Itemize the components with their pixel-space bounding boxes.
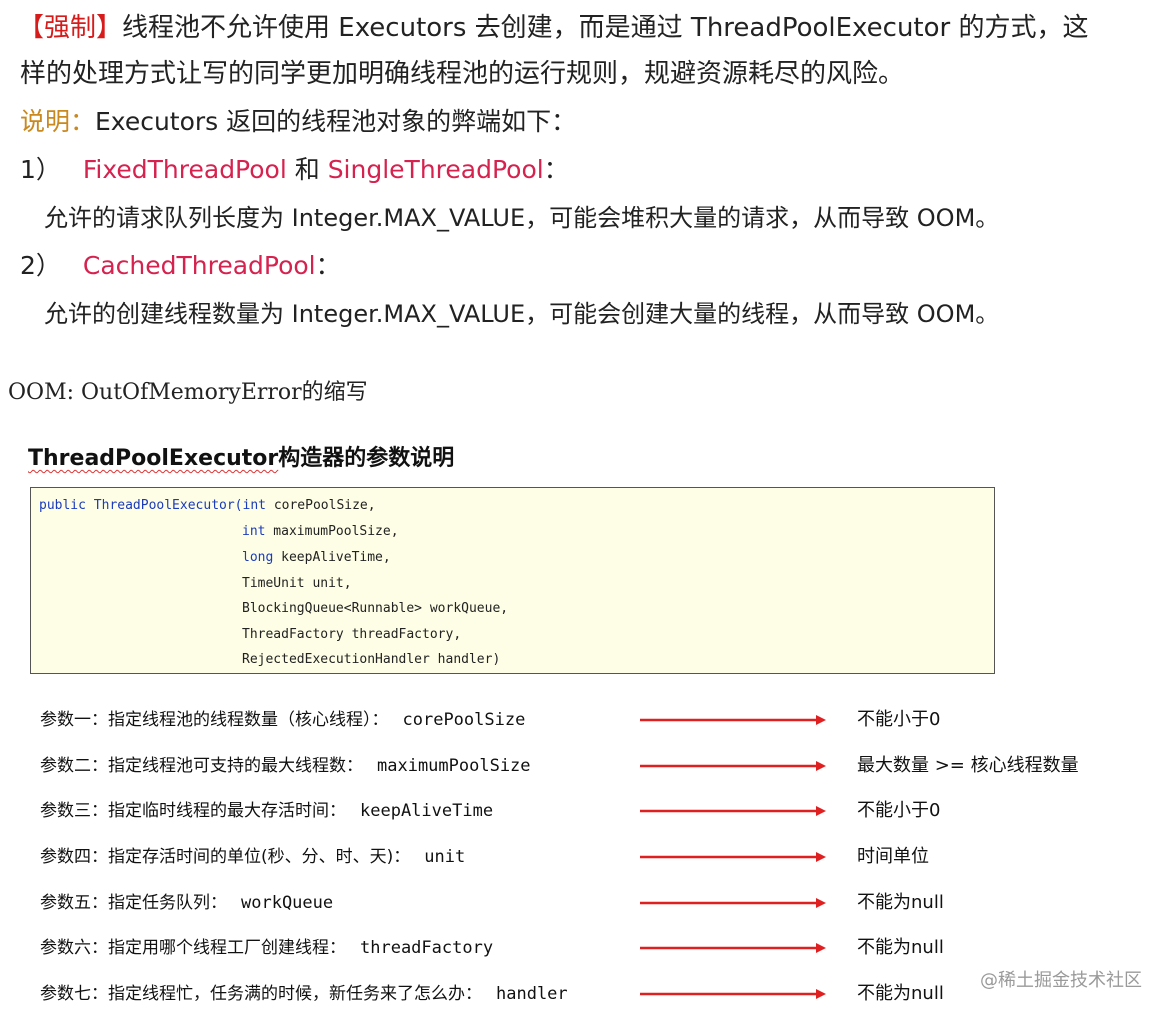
item-1-and: 和 — [286, 155, 328, 184]
param-7-name: handler — [496, 984, 568, 1004]
param-5-desc: 参数五：指定任务队列： — [40, 893, 227, 913]
item-1-class-b: SingleThreadPool — [327, 155, 544, 184]
arrow-right-icon — [640, 852, 826, 862]
code-type-int-1: int — [242, 498, 266, 513]
code-line-7: RejectedExecutionHandler handler) — [242, 652, 501, 667]
code-line-2: int maximumPoolSize, — [242, 524, 399, 539]
param-7-label: 参数七：指定线程忙，任务满的时候，新任务来了怎么办： handler — [40, 981, 568, 1007]
item-2-detail: 允许的创建线程数量为 Integer.MAX_VALUE，可能会创建大量的线程，… — [44, 300, 1000, 328]
code-line-6: ThreadFactory threadFactory, — [242, 627, 462, 642]
juejin-watermark: @稀土掘金技术社区 — [980, 970, 1142, 991]
param-5-name: workQueue — [241, 893, 334, 913]
param-7-constraint: 不能为null — [857, 983, 944, 1004]
param-row-2: 参数二：指定线程池可支持的最大线程数： maximumPoolSize 最大数量 … — [0, 753, 1165, 783]
param-4-label: 参数四：指定存活时间的单位(秒、分、时、天)： unit — [40, 844, 465, 870]
code-param-keepalive: keepAliveTime, — [273, 550, 391, 565]
code-line-4: TimeUnit unit, — [242, 576, 352, 591]
param-1-desc: 参数一：指定线程池的线程数量（核心线程）： — [40, 710, 389, 730]
code-param-core: corePoolSize, — [266, 498, 376, 513]
param-3-label: 参数三：指定临时线程的最大存活时间： keepAliveTime — [40, 798, 493, 824]
item-2-class: CachedThreadPool — [82, 251, 316, 280]
note-text: Executors 返回的线程池对象的弊端如下： — [95, 107, 577, 136]
code-line-1: public ThreadPoolExecutor(int corePoolSi… — [39, 498, 376, 513]
param-3-desc: 参数三：指定临时线程的最大存活时间： — [40, 801, 346, 821]
section-title: ThreadPoolExecutor构造器的参数说明 — [28, 440, 454, 472]
param-6-desc: 参数六：指定用哪个线程工厂创建线程： — [40, 938, 346, 958]
item-1-number: 1） — [20, 155, 61, 184]
param-4-desc: 参数四：指定存活时间的单位(秒、分、时、天)： — [40, 847, 411, 867]
rule-text-1: 线程池不允许使用 Executors 去创建，而是通过 ThreadPoolEx… — [122, 13, 1089, 43]
rule-line-1: 【强制】线程池不允许使用 Executors 去创建，而是通过 ThreadPo… — [18, 12, 1088, 44]
param-5-label: 参数五：指定任务队列： workQueue — [40, 890, 333, 916]
param-3-name: keepAliveTime — [360, 801, 494, 821]
param-4-name: unit — [424, 847, 466, 867]
param-row-3: 参数三：指定临时线程的最大存活时间： keepAliveTime 不能小于0 — [0, 798, 1165, 828]
code-keyword-public: public — [39, 498, 86, 513]
param-6-label: 参数六：指定用哪个线程工厂创建线程： threadFactory — [40, 935, 493, 961]
force-tag: 【强制】 — [18, 13, 123, 43]
param-5-constraint: 不能为null — [857, 892, 944, 913]
rule-line-2: 样的处理方式让写的同学更加明确线程池的运行规则，规避资源耗尽的风险。 — [20, 59, 905, 89]
arrow-right-icon — [640, 898, 826, 908]
item-2-colon: ： — [315, 251, 341, 280]
item-2-number: 2） — [20, 251, 61, 280]
param-1-name: corePoolSize — [402, 710, 526, 730]
arrow-right-icon — [640, 989, 826, 999]
code-type-long: long — [242, 550, 274, 565]
code-line-3: long keepAliveTime, — [242, 550, 391, 565]
item-2-heading: 2） CachedThreadPool： — [20, 250, 341, 282]
param-3-constraint: 不能小于0 — [857, 800, 941, 821]
code-line-5: BlockingQueue<Runnable> workQueue, — [242, 601, 509, 616]
arrow-right-icon — [640, 715, 826, 725]
code-class-name: ThreadPoolExecutor( — [85, 498, 243, 513]
param-1-label: 参数一：指定线程池的线程数量（核心线程）： corePoolSize — [40, 707, 525, 733]
note-tag: 说明： — [20, 107, 96, 136]
param-6-name: threadFactory — [360, 938, 494, 958]
constructor-code-block: public ThreadPoolExecutor(int corePoolSi… — [30, 487, 995, 674]
param-2-desc: 参数二：指定线程池可支持的最大线程数： — [40, 756, 363, 776]
item-1-class-a: FixedThreadPool — [82, 155, 287, 184]
section-title-rest: 构造器的参数说明 — [278, 446, 455, 471]
param-2-constraint: 最大数量 >= 核心线程数量 — [857, 755, 1079, 776]
note-line: 说明：Executors 返回的线程池对象的弊端如下： — [20, 106, 576, 138]
param-row-4: 参数四：指定存活时间的单位(秒、分、时、天)： unit 时间单位 — [0, 844, 1165, 874]
param-6-constraint: 不能为null — [857, 937, 944, 958]
param-4-constraint: 时间单位 — [857, 846, 929, 867]
param-2-label: 参数二：指定线程池可支持的最大线程数： maximumPoolSize — [40, 753, 531, 779]
section-title-class: ThreadPoolExecutor — [28, 446, 279, 471]
item-1-detail: 允许的请求队列长度为 Integer.MAX_VALUE，可能会堆积大量的请求，… — [44, 204, 1000, 232]
item-1-heading: 1） FixedThreadPool 和 SingleThreadPool： — [20, 154, 569, 186]
arrow-right-icon — [640, 806, 826, 816]
param-7-desc: 参数七：指定线程忙，任务满的时候，新任务来了怎么办： — [40, 984, 482, 1004]
oom-footnote: OOM: OutOfMemoryError的缩写 — [8, 380, 368, 405]
code-type-int-2: int — [242, 524, 266, 539]
param-1-constraint: 不能小于0 — [857, 709, 941, 730]
item-1-colon: ： — [543, 155, 569, 184]
arrow-right-icon — [640, 761, 826, 771]
param-row-1: 参数一：指定线程池的线程数量（核心线程）： corePoolSize 不能小于0 — [0, 707, 1165, 737]
param-2-name: maximumPoolSize — [377, 756, 531, 776]
param-row-5: 参数五：指定任务队列： workQueue 不能为null — [0, 890, 1165, 920]
arrow-right-icon — [640, 943, 826, 953]
param-row-6: 参数六：指定用哪个线程工厂创建线程： threadFactory 不能为null — [0, 935, 1165, 965]
code-param-max: maximumPoolSize, — [265, 524, 399, 539]
